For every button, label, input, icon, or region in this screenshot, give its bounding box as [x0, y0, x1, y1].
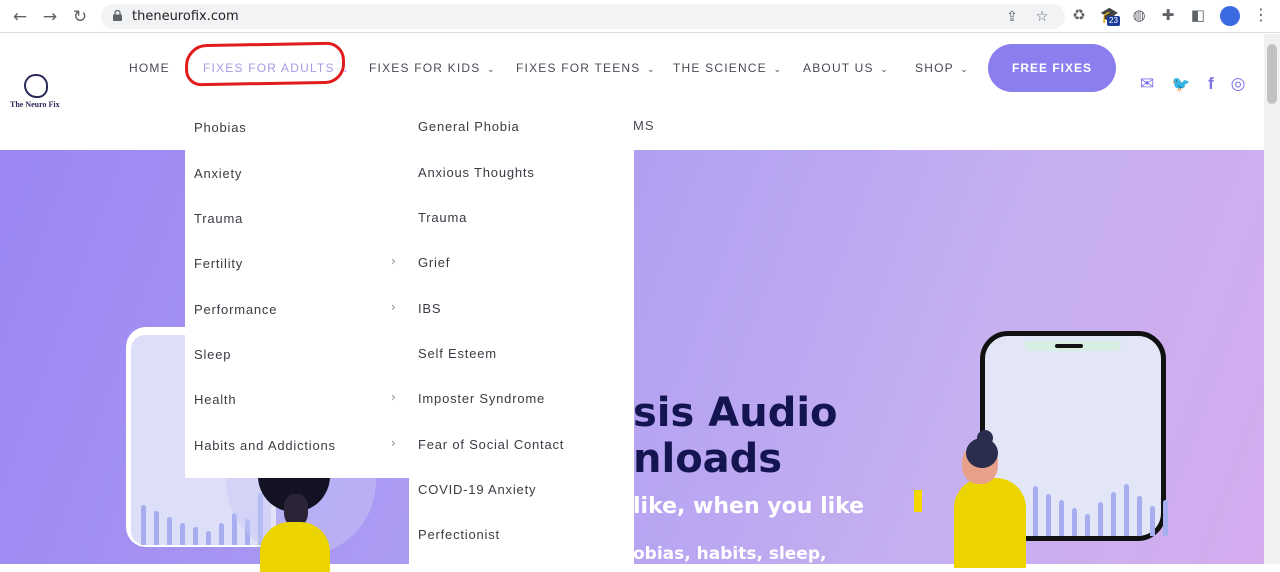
- chevron-down-icon: ⌄: [773, 64, 783, 74]
- forward-icon[interactable]: →: [39, 6, 61, 28]
- share-icon[interactable]: ⇪: [1004, 9, 1020, 25]
- submenu-item-general-phobia[interactable]: General Phobia: [418, 119, 520, 134]
- browser-toolbar: ← → ↻ theneurofix.com ⇪ ☆ ♻ 🎓 23 ◍ ✚ ◧ ⋮: [0, 0, 1280, 33]
- red-circle-annotation: [184, 41, 346, 87]
- right-figure-body: [954, 478, 1026, 568]
- chevron-down-icon: ⌄: [880, 64, 890, 74]
- nav-about-us[interactable]: ABOUT US ⌄: [803, 61, 889, 75]
- address-bar[interactable]: theneurofix.com ⇪ ☆: [101, 4, 1065, 29]
- twitter-icon[interactable]: 🐦: [1171, 74, 1191, 94]
- partial-nav-text: MS: [633, 118, 655, 133]
- submenu-item-covid-19-anxiety[interactable]: COVID-19 Anxiety: [418, 482, 536, 497]
- submenu-item-anxious-thoughts[interactable]: Anxious Thoughts: [418, 165, 535, 180]
- chevron-right-icon: ›: [391, 300, 396, 314]
- puzzle-extensions-icon[interactable]: ✚: [1159, 6, 1177, 24]
- chevron-down-icon: ⌄: [487, 64, 496, 74]
- phone-speaker: [1055, 344, 1083, 348]
- submenu-item-trauma[interactable]: Trauma: [418, 210, 467, 225]
- browser-menu-icon[interactable]: ⋮: [1253, 6, 1269, 24]
- side-panel-icon[interactable]: ◧: [1189, 6, 1207, 24]
- brain-head-icon: [24, 74, 48, 98]
- dropdown-category-column: Phobias Anxiety Trauma Fertility › Perfo…: [185, 112, 409, 478]
- submenu-item-fear-of-social-contact[interactable]: Fear of Social Contact: [418, 437, 564, 452]
- chevron-right-icon: ›: [391, 254, 396, 268]
- nav-fixes-for-kids[interactable]: FIXES FOR KIDS ⌄: [369, 61, 496, 75]
- nav-about-label: ABOUT US: [803, 61, 874, 75]
- nav-shop[interactable]: SHOP ⌄: [915, 61, 969, 75]
- fixes-for-adults-dropdown: Phobias Anxiety Trauma Fertility › Perfo…: [185, 112, 634, 564]
- hero-title-line1: sis Audio: [633, 390, 838, 436]
- reload-icon[interactable]: ↻: [69, 6, 91, 28]
- submenu-item-grief[interactable]: Grief: [418, 255, 450, 270]
- logo-text: The Neuro Fix: [10, 100, 60, 109]
- lock-icon: [113, 10, 122, 21]
- nav-science-label: THE SCIENCE: [673, 61, 767, 75]
- submenu-item-ibs[interactable]: IBS: [418, 301, 441, 316]
- globe-extension-icon[interactable]: ◍: [1130, 6, 1148, 24]
- nav-fixes-for-teens[interactable]: FIXES FOR TEENS ⌄: [516, 61, 656, 75]
- page-scrollbar[interactable]: [1264, 34, 1280, 564]
- chevron-right-icon: ›: [391, 436, 396, 450]
- instagram-icon[interactable]: ◎: [1228, 74, 1248, 94]
- sound-wave-bars: [1033, 484, 1168, 536]
- dropdown-item-performance[interactable]: Performance: [194, 302, 277, 317]
- dropdown-phobias-submenu: General Phobia Anxious Thoughts Trauma G…: [409, 112, 634, 564]
- dropdown-item-trauma[interactable]: Trauma: [194, 211, 243, 226]
- free-fixes-button[interactable]: FREE FIXES: [988, 44, 1116, 92]
- candle-illustration: [914, 490, 922, 512]
- email-icon[interactable]: ✉: [1137, 74, 1157, 94]
- url-text: theneurofix.com: [132, 9, 239, 24]
- chevron-down-icon: ⌄: [960, 64, 969, 74]
- chevron-right-icon: ›: [391, 390, 396, 404]
- bookmark-star-icon[interactable]: ☆: [1034, 9, 1050, 25]
- dropdown-item-anxiety[interactable]: Anxiety: [194, 166, 242, 181]
- dropdown-item-phobias[interactable]: Phobias: [194, 120, 247, 135]
- right-figure-bun: [977, 430, 993, 446]
- profile-avatar[interactable]: [1220, 6, 1240, 26]
- submenu-item-self-esteem[interactable]: Self Esteem: [418, 346, 497, 361]
- dropdown-item-fertility[interactable]: Fertility: [194, 256, 243, 271]
- nav-teens-label: FIXES FOR TEENS: [516, 61, 641, 75]
- nav-home[interactable]: HOME: [129, 61, 170, 75]
- scrollbar-thumb[interactable]: [1267, 44, 1277, 104]
- submenu-item-imposter-syndrome[interactable]: Imposter Syndrome: [418, 391, 545, 406]
- dropdown-item-sleep[interactable]: Sleep: [194, 347, 231, 362]
- site-logo[interactable]: The Neuro Fix: [10, 74, 70, 114]
- recycle-extension-icon[interactable]: ♻: [1070, 6, 1088, 24]
- nav-kids-label: FIXES FOR KIDS: [369, 61, 481, 75]
- submenu-item-perfectionist[interactable]: Perfectionist: [418, 527, 500, 542]
- chevron-down-icon: ⌄: [647, 64, 656, 74]
- nav-the-science[interactable]: THE SCIENCE ⌄: [673, 61, 782, 75]
- dropdown-item-health[interactable]: Health: [194, 392, 236, 407]
- dropdown-item-habits-and-addictions[interactable]: Habits and Addictions: [194, 438, 336, 453]
- back-icon[interactable]: ←: [9, 6, 31, 28]
- nav-shop-label: SHOP: [915, 61, 954, 75]
- extension-badge: 23: [1107, 16, 1120, 26]
- hero-title-line2: nloads: [633, 436, 783, 482]
- facebook-icon[interactable]: f: [1201, 74, 1221, 94]
- hero-subtitle-2: obias, habits, sleep,: [633, 544, 827, 564]
- hero-subtitle: like, when you like: [633, 494, 865, 519]
